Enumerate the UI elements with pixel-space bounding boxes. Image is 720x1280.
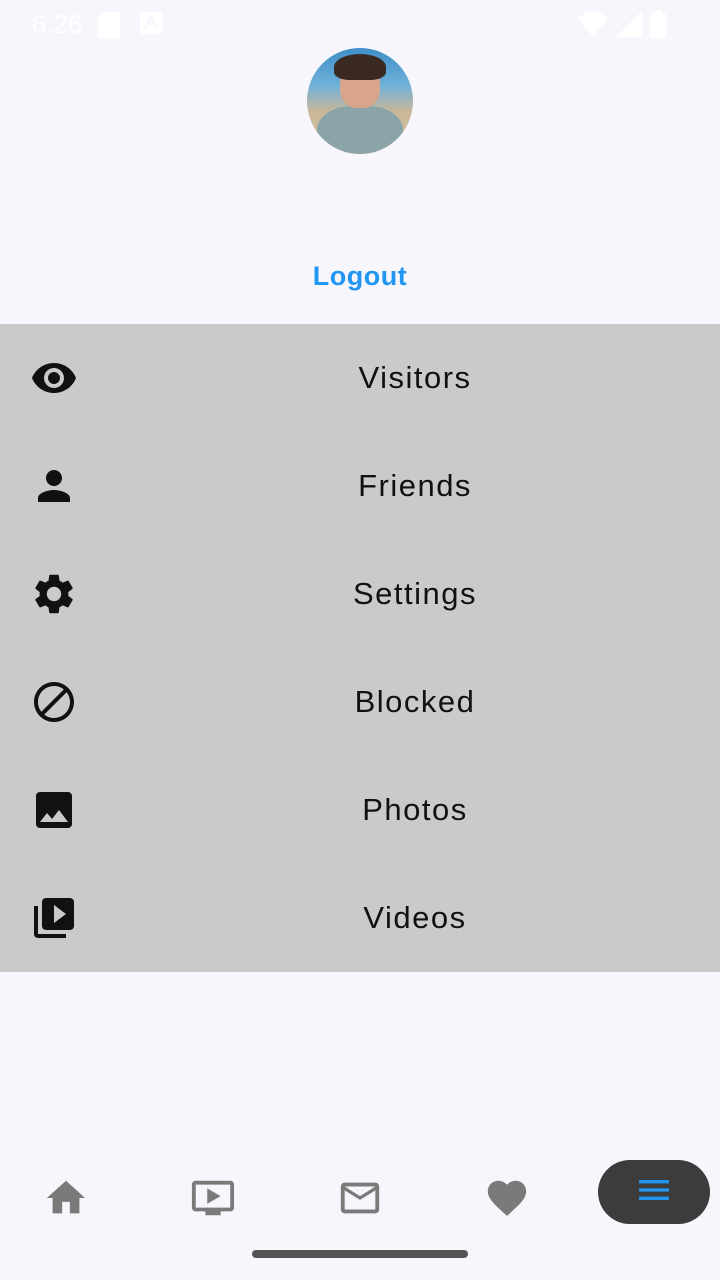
menu-item-label: Videos bbox=[363, 900, 467, 935]
nav-menu[interactable] bbox=[598, 1160, 710, 1224]
image-icon bbox=[30, 786, 78, 834]
menu-item-friends[interactable]: Friends bbox=[0, 432, 720, 540]
menu-panel: Visitors Friends Settings Blocked Photos… bbox=[0, 324, 720, 972]
heart-icon bbox=[484, 1175, 530, 1226]
menu-item-label: Friends bbox=[358, 468, 472, 503]
nav-favorites[interactable] bbox=[467, 1168, 547, 1232]
menu-item-blocked[interactable]: Blocked bbox=[0, 648, 720, 756]
menu-item-label: Blocked bbox=[354, 684, 476, 719]
person-icon bbox=[30, 462, 78, 510]
sd-card-icon bbox=[98, 12, 120, 43]
video-library-icon bbox=[30, 894, 78, 942]
blocked-icon bbox=[30, 678, 78, 726]
nav-messages[interactable] bbox=[320, 1168, 400, 1232]
status-time: 6:26 bbox=[32, 9, 83, 39]
bottom-nav bbox=[0, 1152, 720, 1280]
mail-icon bbox=[337, 1175, 383, 1226]
wifi-icon bbox=[578, 11, 608, 42]
text-notification-icon bbox=[140, 12, 162, 43]
home-icon bbox=[43, 1175, 89, 1226]
signal-icon bbox=[616, 11, 642, 42]
menu-item-photos[interactable]: Photos bbox=[0, 756, 720, 864]
gear-icon bbox=[30, 570, 78, 618]
nav-videos[interactable] bbox=[173, 1168, 253, 1232]
logout-button[interactable]: Logout bbox=[260, 256, 460, 296]
menu-item-label: Photos bbox=[362, 792, 468, 827]
menu-item-label: Settings bbox=[352, 576, 477, 611]
menu-item-label: Visitors bbox=[358, 360, 472, 395]
tv-play-icon bbox=[190, 1175, 236, 1226]
menu-icon bbox=[634, 1170, 674, 1215]
gesture-bar[interactable] bbox=[252, 1250, 468, 1258]
menu-item-settings[interactable]: Settings bbox=[0, 540, 720, 648]
battery-icon bbox=[650, 10, 666, 43]
status-bar: 6:26 bbox=[0, 0, 720, 48]
menu-item-visitors[interactable]: Visitors bbox=[0, 324, 720, 432]
menu-item-videos[interactable]: Videos bbox=[0, 864, 720, 972]
nav-home[interactable] bbox=[26, 1168, 106, 1232]
avatar[interactable] bbox=[307, 48, 413, 154]
eye-icon bbox=[30, 354, 78, 402]
